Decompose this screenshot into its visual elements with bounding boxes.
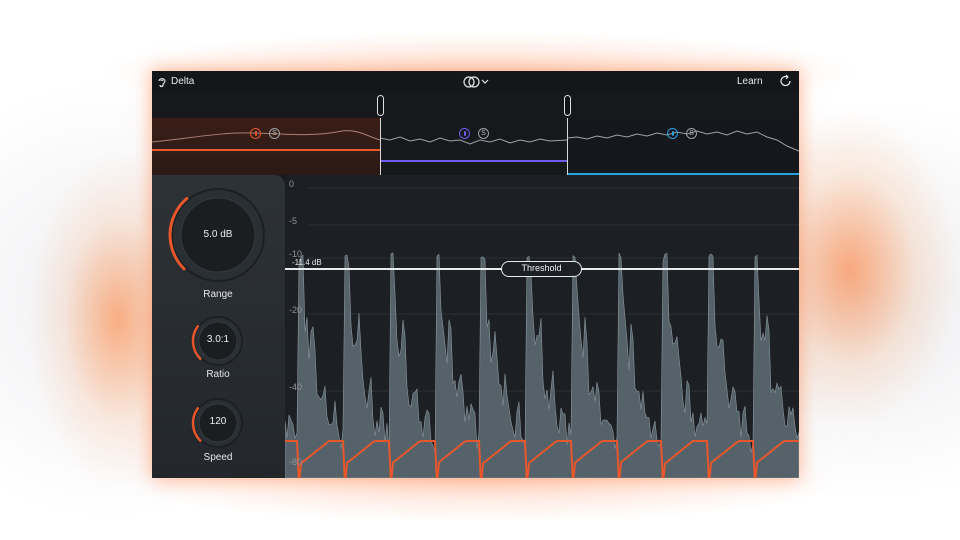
- band-high-spectrum: [567, 130, 799, 175]
- speed-label: Speed: [203, 452, 233, 463]
- speed-knob[interactable]: 120: [191, 396, 245, 450]
- range-label: Range: [203, 289, 233, 300]
- threshold-value: -11.4 dB: [292, 258, 322, 267]
- waveform-area: [285, 252, 799, 478]
- band-high-listen-icon[interactable]: [667, 128, 678, 139]
- band-mid-solo-button[interactable]: S: [478, 128, 489, 139]
- y-tick-40: -40: [289, 382, 303, 392]
- band-mid-listen-icon[interactable]: [459, 128, 470, 139]
- band-high-solo-button[interactable]: S: [686, 128, 697, 139]
- top-bar: Delta Learn: [152, 71, 799, 93]
- ratio-value: 3.0:1: [206, 334, 230, 345]
- crossover-handle-low-mid[interactable]: [377, 95, 384, 116]
- band-high[interactable]: [567, 118, 799, 175]
- y-tick-0: 0: [289, 179, 295, 189]
- stereo-link-icon[interactable]: [462, 75, 490, 89]
- speed-value: 120: [209, 416, 227, 427]
- crossover-handle-mid-high[interactable]: [564, 95, 571, 116]
- y-tick-20: -20: [289, 305, 303, 315]
- band-low-listen-icon[interactable]: [250, 128, 261, 139]
- band-low[interactable]: [152, 118, 380, 175]
- band-low-solo-button[interactable]: S: [269, 128, 280, 139]
- y-tick-5: -5: [289, 216, 298, 226]
- refresh-icon[interactable]: [779, 74, 793, 88]
- y-tick-80: -80: [289, 457, 303, 467]
- band-low-spectrum: [152, 130, 380, 151]
- band-mid[interactable]: [380, 118, 567, 175]
- range-knob[interactable]: 5.0 dB: [166, 183, 270, 287]
- plugin-window: Delta Learn S S S 5.0 dB Range 3.0:1 Rat…: [152, 71, 799, 478]
- chevron-down-icon: [481, 79, 489, 84]
- ratio-knob[interactable]: 3.0:1: [191, 314, 245, 368]
- delta-label[interactable]: Delta: [171, 76, 194, 87]
- ear-icon[interactable]: [156, 76, 168, 88]
- range-value: 5.0 dB: [203, 229, 233, 240]
- gain-reduction-graph[interactable]: 0 -5 -10 -20 -40 -80 -11.4 dB Threshold: [285, 175, 799, 478]
- crossover-line-1: [380, 118, 381, 175]
- threshold-handle[interactable]: Threshold: [501, 261, 582, 277]
- learn-button[interactable]: Learn: [737, 76, 763, 87]
- crossover-line-2: [567, 118, 568, 175]
- band-strip: S S S: [152, 118, 799, 175]
- ratio-label: Ratio: [206, 369, 230, 380]
- controls-panel: 5.0 dB Range 3.0:1 Ratio 120 Speed: [152, 175, 285, 478]
- band-mid-spectrum: [380, 136, 567, 162]
